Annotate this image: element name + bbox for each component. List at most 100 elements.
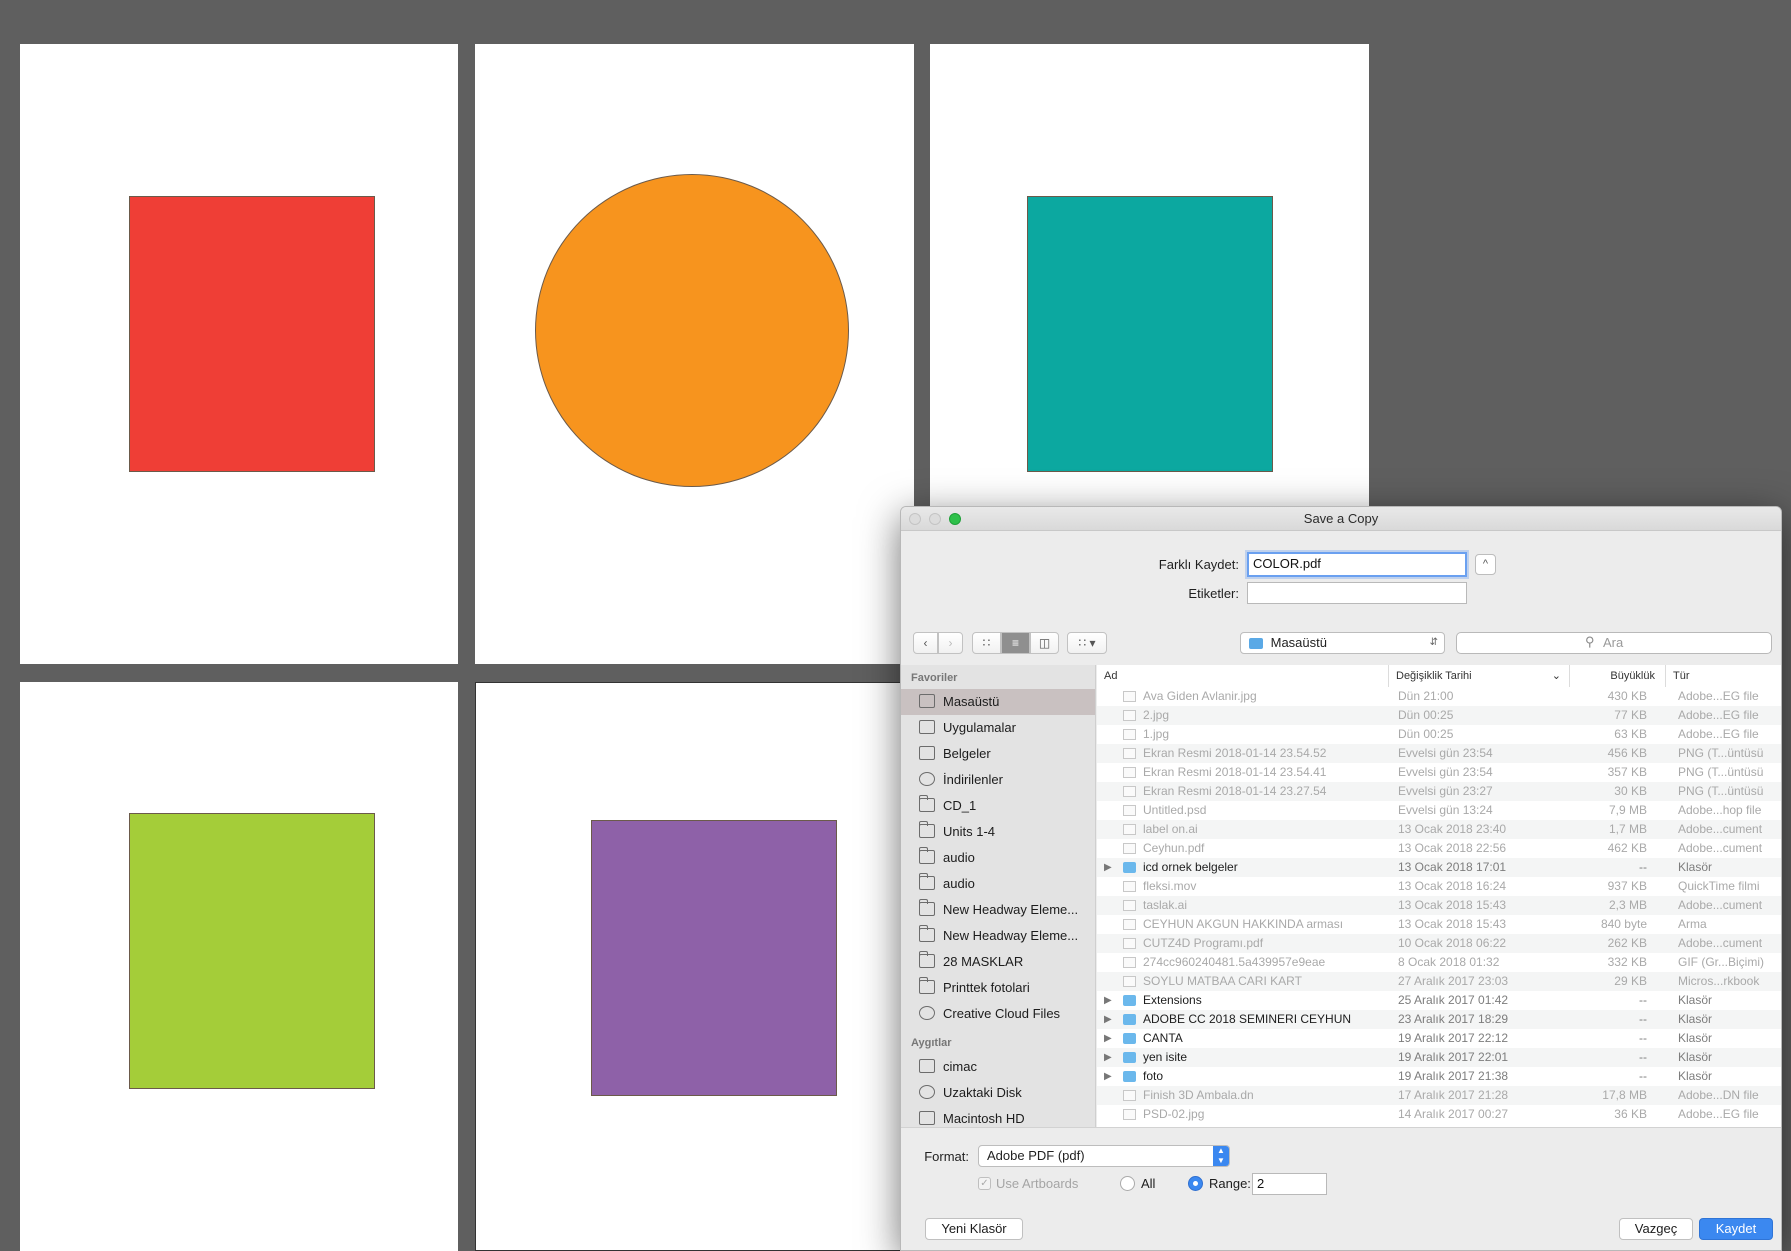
sidebar-item[interactable]: İndirilenler [901, 767, 1095, 793]
purple-rectangle[interactable] [591, 820, 837, 1096]
icon-view-button[interactable]: ∷ [972, 632, 1001, 654]
orange-circle[interactable] [535, 174, 849, 487]
search-field[interactable]: ⚲ Ara [1456, 632, 1772, 654]
file-size: -- [1639, 1050, 1647, 1064]
file-row[interactable]: ▶ ADOBE CC 2018 SEMINERI CEYHUN 23 Aralık … [1097, 1010, 1781, 1029]
file-row[interactable]: PSD-02.jpg 14 Aralık 2017 00:27 36 KB Adobe… [1097, 1105, 1781, 1124]
disclosure-triangle-icon[interactable]: ▶ [1104, 858, 1112, 877]
file-icon [1123, 1109, 1136, 1120]
range-field[interactable]: 2 [1252, 1173, 1327, 1195]
file-kind: Adobe...cument [1678, 898, 1763, 912]
file-row[interactable]: Ava Giden Avlanir.jpg Dün 21:00 430 KB Adob… [1097, 687, 1781, 706]
devices-header: Aygıtlar [911, 1037, 952, 1049]
file-row[interactable]: Ekran Resmi 2018-01-14 23.54.41 Evvelsi g… [1097, 763, 1781, 782]
disclosure-triangle-icon[interactable]: ▶ [1104, 1067, 1112, 1086]
file-row[interactable]: ▶ icd ornek belgeler 13 Ocak 2018 17:01 -- K… [1097, 858, 1781, 877]
file-name: CEYHUN AKGUN HAKKINDA arması [1143, 917, 1344, 931]
group-by-button[interactable]: ∷ ▾ [1067, 632, 1107, 654]
sidebar-item[interactable]: Units 1-4 [901, 819, 1095, 845]
location-dropdown[interactable]: Masaüstü ⇵ [1240, 632, 1445, 654]
column-header-kind[interactable]: Tür [1666, 665, 1781, 687]
file-row[interactable]: CUTZ4D Programı.pdf 10 Ocak 2018 06:22 262… [1097, 934, 1781, 953]
minimize-window-button[interactable] [929, 513, 941, 525]
file-row[interactable]: fleksi.mov 13 Ocak 2018 16:24 937 KB QuickT… [1097, 877, 1781, 896]
format-value: Adobe PDF (pdf) [987, 1148, 1085, 1163]
file-row[interactable]: taslak.ai 13 Ocak 2018 15:43 2,3 MB Adobe..… [1097, 896, 1781, 915]
file-row[interactable]: ▶ Extensions 25 Aralık 2017 01:42 -- Klasör [1097, 991, 1781, 1010]
sidebar-device-item[interactable]: cimac [901, 1054, 1095, 1080]
file-row[interactable]: Untitled.psd Evvelsi gün 13:24 7,9 MB Adobe… [1097, 801, 1781, 820]
list-view-button[interactable]: ≡ [1001, 632, 1030, 654]
format-dropdown[interactable]: Adobe PDF (pdf) ▲ ▼ [978, 1145, 1230, 1167]
artboard-4[interactable] [20, 682, 458, 1251]
red-rectangle[interactable] [129, 196, 375, 472]
file-kind: Adobe...EG file [1678, 689, 1759, 703]
sidebar-item[interactable]: audio [901, 871, 1095, 897]
file-row[interactable]: ▶ yen isite 19 Aralık 2017 22:01 -- Klasör [1097, 1048, 1781, 1067]
disclosure-triangle-icon[interactable]: ▶ [1104, 1029, 1112, 1048]
save-as-field[interactable]: COLOR.pdf [1247, 552, 1467, 577]
disclosure-triangle-icon[interactable]: ▶ [1104, 1048, 1112, 1067]
file-row[interactable]: SOYLU MATBAA CARI KART 27 Aralık 2017 23:… [1097, 972, 1781, 991]
sidebar-item[interactable]: CD_1 [901, 793, 1095, 819]
file-row[interactable]: 1.jpg Dün 00:25 63 KB Adobe...EG file [1097, 725, 1781, 744]
file-row[interactable]: Ekran Resmi 2018-01-14 23.54.52 Evvelsi g… [1097, 744, 1781, 763]
file-size: 30 KB [1614, 784, 1647, 798]
zoom-window-button[interactable] [949, 513, 961, 525]
cancel-button[interactable]: Vazgeç [1619, 1218, 1693, 1240]
file-row[interactable]: Finish 3D Ambala.dn 17 Aralık 2017 21:28 1… [1097, 1086, 1781, 1105]
folder-icon [919, 899, 935, 916]
sidebar-item[interactable]: New Headway Eleme... [901, 897, 1095, 923]
all-radio[interactable] [1120, 1176, 1135, 1191]
column-header-name[interactable]: Ad [1097, 665, 1389, 687]
sidebar-device-item[interactable]: Uzaktaki Disk [901, 1080, 1095, 1106]
forward-button[interactable]: › [938, 632, 963, 654]
save-button[interactable]: Kaydet [1699, 1218, 1773, 1240]
file-list[interactable]: Ad Değişiklik Tarihi ⌄ Büyüklük Tür Ava … [1097, 665, 1781, 1127]
file-row[interactable]: ▶ foto 19 Aralık 2017 21:38 -- Klasör [1097, 1067, 1781, 1086]
sort-chevron-down-icon: ⌄ [1551, 670, 1561, 682]
file-row[interactable]: Ekran Resmi 2018-01-14 23.27.54 Evvelsi g… [1097, 782, 1781, 801]
file-row[interactable]: label on.ai 13 Ocak 2018 23:40 1,7 MB Adobe… [1097, 820, 1781, 839]
sidebar-device-item[interactable]: Macintosh HD [901, 1106, 1095, 1127]
file-row[interactable]: 2.jpg Dün 00:25 77 KB Adobe...EG file [1097, 706, 1781, 725]
expand-dialog-button[interactable]: ^ [1475, 554, 1496, 575]
file-name: ADOBE CC 2018 SEMINERI CEYHUN [1143, 1012, 1352, 1026]
sidebar-item[interactable]: Printtek fotolari [901, 975, 1095, 1001]
artboard-2[interactable] [475, 44, 914, 664]
back-button[interactable]: ‹ [913, 632, 938, 654]
file-row[interactable]: 274cc960240481.5a439957e9eae 8 Ocak 2018 … [1097, 953, 1781, 972]
sidebar-item[interactable]: Uygulamalar [901, 715, 1095, 741]
use-artboards-checkbox[interactable]: ✓ [978, 1177, 991, 1190]
range-radio[interactable] [1188, 1176, 1203, 1191]
sidebar-item[interactable]: 28 MASKLAR [901, 949, 1095, 975]
sidebar-item[interactable]: Masaüstü [901, 689, 1095, 715]
tags-field[interactable] [1247, 582, 1467, 604]
disclosure-triangle-icon[interactable]: ▶ [1104, 1010, 1112, 1029]
column-header-size[interactable]: Büyüklük [1570, 665, 1666, 687]
sidebar-item[interactable]: audio [901, 845, 1095, 871]
file-size: 357 KB [1607, 765, 1647, 779]
sidebar-item[interactable]: Creative Cloud Files [901, 1001, 1095, 1027]
icon-grid-icon: ∷ [982, 636, 991, 650]
file-icon [1123, 824, 1136, 835]
teal-rectangle[interactable] [1027, 196, 1273, 472]
artboard-5[interactable] [475, 682, 914, 1251]
file-row[interactable]: CEYHUN AKGUN HAKKINDA arması 13 Ocak 2018… [1097, 915, 1781, 934]
new-folder-button[interactable]: Yeni Klasör [925, 1218, 1023, 1240]
columns-icon: ◫ [1038, 636, 1051, 650]
sidebar-item[interactable]: New Headway Eleme... [901, 923, 1095, 949]
column-view-button[interactable]: ◫ [1030, 632, 1059, 654]
column-header-date[interactable]: Değişiklik Tarihi ⌄ [1389, 665, 1570, 687]
green-rectangle[interactable] [129, 813, 375, 1089]
folder-icon [919, 951, 935, 968]
file-row[interactable]: Ceyhun.pdf 13 Ocak 2018 22:56 462 KB Adobe.… [1097, 839, 1781, 858]
sidebar-item[interactable]: Belgeler [901, 741, 1095, 767]
file-row[interactable]: ▶ CANTA 19 Aralık 2017 22:12 -- Klasör [1097, 1029, 1781, 1048]
location-label: Masaüstü [1270, 635, 1327, 650]
favorites-header: Favoriler [911, 672, 958, 684]
artboard-1[interactable] [20, 44, 458, 664]
sidebar-item-label: Units 1-4 [943, 824, 996, 839]
disclosure-triangle-icon[interactable]: ▶ [1104, 991, 1112, 1010]
close-window-button[interactable] [909, 513, 921, 525]
